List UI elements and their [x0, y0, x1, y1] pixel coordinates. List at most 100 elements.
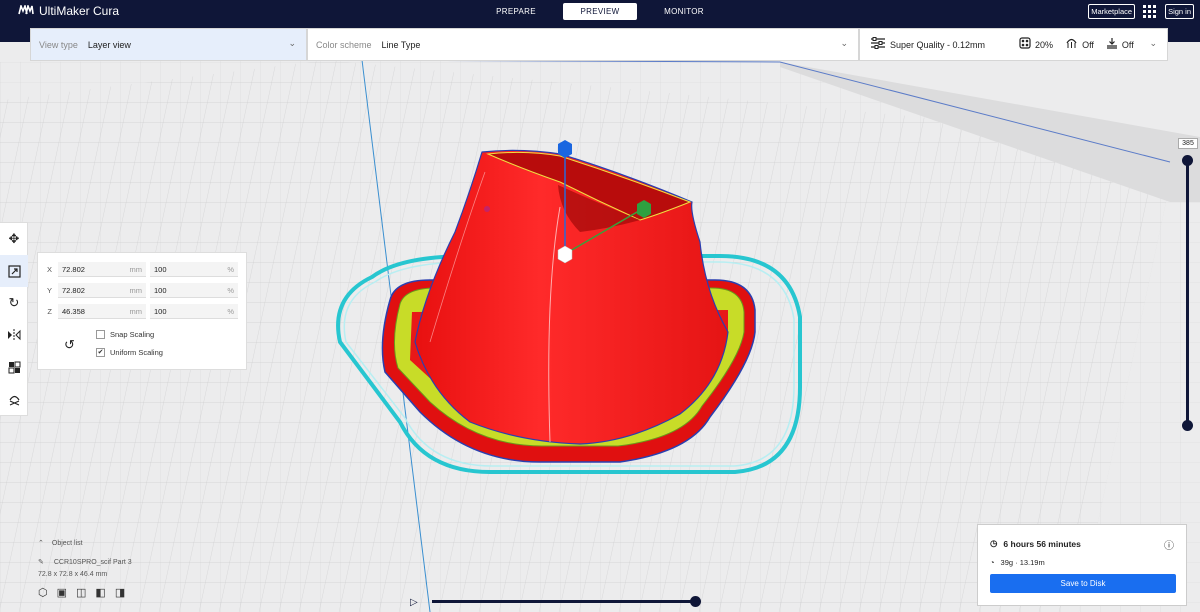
- infill-value: 20%: [1035, 39, 1054, 50]
- save-to-disk-button[interactable]: Save to Disk: [990, 574, 1176, 593]
- adhesion-icon: [1106, 37, 1118, 52]
- support-blocker-icon[interactable]: [0, 383, 28, 415]
- clock-icon: ◷: [990, 538, 998, 548]
- layer-slider-bottom-handle[interactable]: [1182, 420, 1193, 431]
- front-view-icon[interactable]: ▣: [57, 586, 67, 599]
- x-percent-field[interactable]: 100%: [150, 262, 238, 277]
- object-list: ⌃ Object list ✎ CCR10SPRO_scif Part 3 72…: [38, 539, 132, 600]
- support-value: Off: [1082, 39, 1094, 50]
- view-type-dropdown[interactable]: View type Layer view ⌄: [30, 28, 307, 61]
- left-view-icon[interactable]: ◧: [95, 586, 105, 599]
- snap-scaling-label: Snap Scaling: [110, 330, 155, 339]
- x-pct-value: 100: [154, 264, 167, 274]
- y-percent-field[interactable]: 100%: [150, 283, 238, 298]
- support-setting[interactable]: Off: [1065, 37, 1094, 52]
- chevron-down-icon[interactable]: ⌄: [1149, 38, 1157, 49]
- layer-number-box[interactable]: 385: [1178, 138, 1198, 149]
- right-view-icon[interactable]: ◨: [115, 586, 125, 599]
- layer-slider-top-handle[interactable]: [1182, 155, 1193, 166]
- unit-percent: %: [227, 264, 234, 274]
- unit-mm: mm: [129, 264, 143, 274]
- object-list-title: Object list: [51, 539, 83, 547]
- tab-monitor[interactable]: MONITOR: [647, 3, 721, 20]
- tool-sidebar: ✥ ↻: [0, 222, 28, 416]
- path-slider-handle[interactable]: [690, 596, 701, 607]
- y-mm-field[interactable]: 72.802 mm: [58, 283, 146, 298]
- view-type-label: View type: [39, 39, 78, 50]
- z-mm-value: 46.358: [62, 306, 85, 316]
- unit-percent: %: [227, 306, 234, 316]
- object-dimensions: 72.8 x 72.8 x 46.4 mm: [38, 571, 108, 578]
- per-model-settings-icon[interactable]: [0, 351, 28, 383]
- object-list-toggle[interactable]: ⌃ Object list: [38, 539, 132, 548]
- adhesion-setting[interactable]: Off: [1106, 37, 1134, 52]
- object-name: CCR10SPRO_scif Part 3: [53, 558, 132, 566]
- chevron-up-icon: ⌃: [38, 540, 44, 547]
- uniform-scaling-option[interactable]: ✔ Uniform Scaling: [96, 348, 163, 357]
- tab-prepare[interactable]: PREPARE: [479, 3, 553, 20]
- axis-label-x: X: [46, 265, 52, 274]
- stage-tabs: PREPARE PREVIEW MONITOR: [0, 3, 1200, 20]
- spool-icon: ◔: [990, 558, 995, 567]
- z-mm-field[interactable]: 46.358 mm: [58, 304, 146, 319]
- top-view-icon[interactable]: ◫: [76, 586, 86, 599]
- apps-grid-icon[interactable]: [1143, 4, 1157, 19]
- sign-in-button[interactable]: Sign in: [1165, 4, 1194, 19]
- object-name-row[interactable]: ✎ CCR10SPRO_scif Part 3: [38, 558, 132, 567]
- camera-views: ⬡ ▣ ◫ ◧ ◨: [38, 586, 132, 599]
- unit-percent: %: [227, 285, 234, 295]
- material-usage: 39g · 13.19m: [1000, 558, 1045, 567]
- profile-setting[interactable]: Super Quality - 0.12mm: [870, 37, 985, 52]
- mirror-tool-icon[interactable]: [0, 319, 28, 351]
- top-right-controls: Marketplace Sign in: [1088, 4, 1194, 19]
- tab-preview[interactable]: PREVIEW: [563, 3, 637, 20]
- snap-scaling-option[interactable]: Snap Scaling: [96, 330, 154, 339]
- play-icon[interactable]: ▷: [410, 597, 418, 608]
- z-pct-value: 100: [154, 306, 167, 316]
- sliders-icon: [870, 37, 886, 52]
- color-scheme-label: Color scheme: [316, 39, 372, 50]
- adhesion-value: Off: [1121, 39, 1134, 50]
- pencil-icon: ✎: [38, 559, 44, 566]
- uniform-scaling-checkbox[interactable]: ✔: [96, 348, 105, 357]
- z-percent-field[interactable]: 100%: [150, 304, 238, 319]
- color-scheme-value: Line Type: [381, 39, 421, 50]
- print-time-row: ◷ 6 hours 56 minutes: [990, 538, 1081, 549]
- axis-label-z: Z: [47, 307, 52, 316]
- 3d-view-icon[interactable]: ⬡: [38, 586, 48, 599]
- chevron-down-icon: ⌄: [288, 38, 296, 48]
- layer-slider-track[interactable]: [1186, 160, 1189, 426]
- y-pct-value: 100: [154, 285, 167, 295]
- print-time: 6 hours 56 minutes: [1003, 538, 1081, 549]
- profile-label: Super Quality - 0.12mm: [890, 39, 986, 50]
- print-settings-panel[interactable]: Super Quality - 0.12mm 20% Off Off ⌄: [859, 28, 1168, 61]
- chevron-down-icon: ⌄: [840, 38, 848, 48]
- x-mm-field[interactable]: 72.802 mm: [58, 262, 146, 277]
- rotate-tool-icon[interactable]: ↻: [0, 287, 28, 319]
- scale-row-x: X 72.802 mm 100%: [38, 262, 242, 277]
- scale-tool-icon[interactable]: [0, 255, 28, 287]
- move-tool-icon[interactable]: ✥: [0, 223, 28, 255]
- support-icon: [1065, 37, 1078, 52]
- infill-setting[interactable]: 20%: [1019, 37, 1053, 52]
- y-mm-value: 72.802: [62, 285, 85, 295]
- print-info-panel: ◷ 6 hours 56 minutes ⓘ ◔ 39g · 13.19m Sa…: [977, 524, 1187, 606]
- infill-icon: [1019, 37, 1031, 52]
- view-type-value: Layer view: [87, 39, 131, 50]
- info-icon[interactable]: ⓘ: [1164, 537, 1174, 552]
- reset-scale-icon[interactable]: ↺: [64, 337, 75, 353]
- scale-row-z: Z 46.358 mm 100%: [38, 304, 242, 319]
- path-slider-track[interactable]: [432, 600, 696, 603]
- axis-label-y: Y: [46, 286, 52, 295]
- color-scheme-dropdown[interactable]: Color scheme Line Type ⌄: [307, 28, 859, 61]
- scale-row-y: Y 72.802 mm 100%: [38, 283, 242, 298]
- uniform-scaling-label: Uniform Scaling: [110, 348, 163, 357]
- top-bar: UltiMaker Cura PREPARE PREVIEW MONITOR M…: [0, 0, 1200, 24]
- scale-panel: X 72.802 mm 100% Y 72.802 mm 100% Z 46.358…: [37, 252, 247, 370]
- unit-mm: mm: [129, 306, 143, 316]
- x-mm-value: 72.802: [62, 264, 85, 274]
- snap-scaling-checkbox[interactable]: [96, 330, 105, 339]
- material-row: ◔ 39g · 13.19m: [990, 558, 1045, 567]
- unit-mm: mm: [129, 285, 143, 295]
- marketplace-button[interactable]: Marketplace: [1088, 4, 1136, 19]
